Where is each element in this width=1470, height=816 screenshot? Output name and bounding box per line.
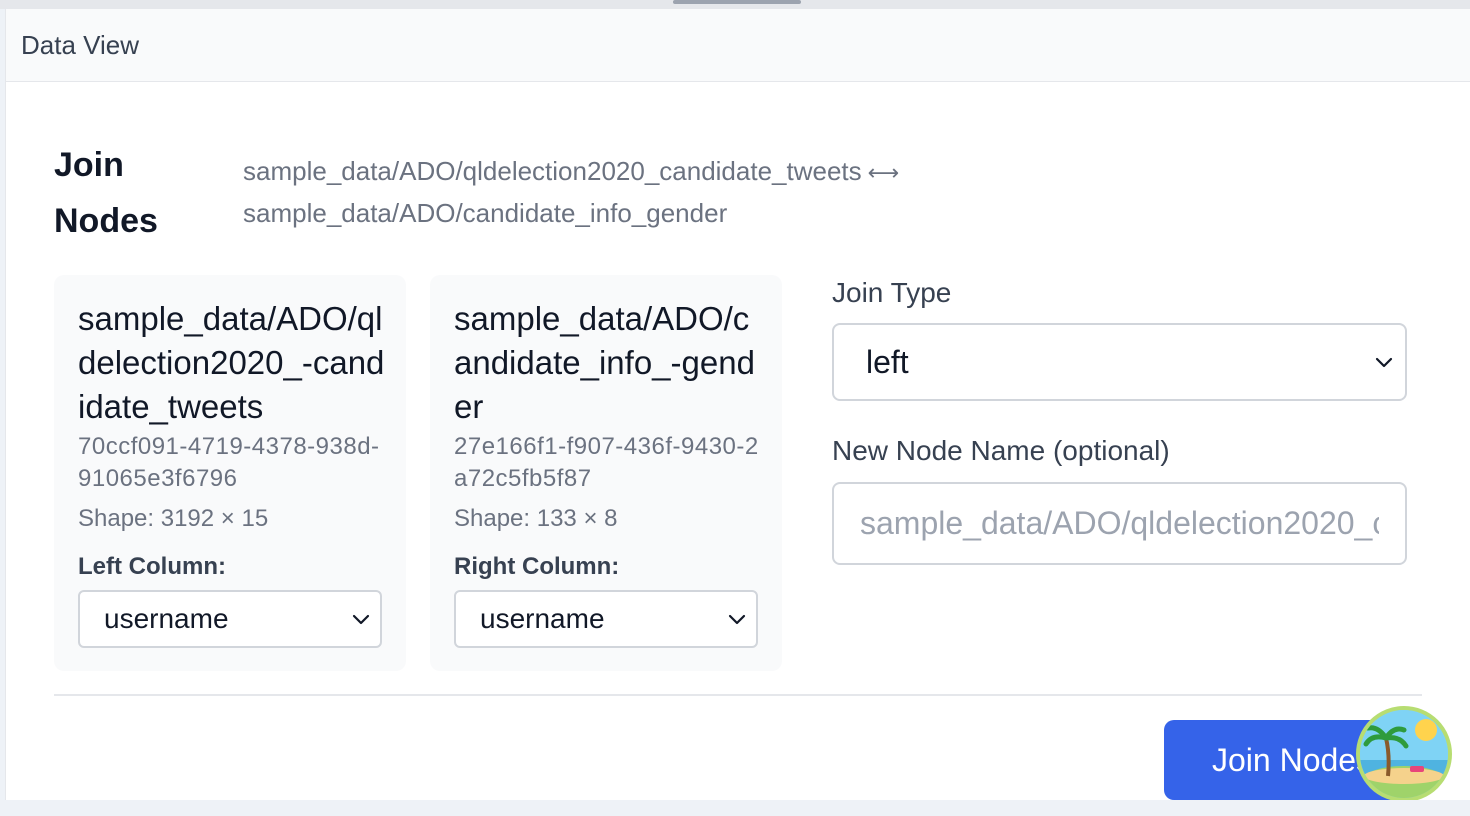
- join-nodes-button-label: Join Nodes: [1212, 741, 1373, 778]
- drag-handle[interactable]: [673, 0, 801, 4]
- join-path-right: sample_data/ADO/candidate_info_gender: [243, 198, 728, 228]
- left-column-label: Left Column:: [78, 553, 226, 580]
- join-path: sample_data/ADO/qldelection2020_candidat…: [243, 151, 1143, 233]
- left-node-name: sample_data/ADO/qldelection2020_-candida…: [78, 300, 385, 425]
- right-node-id: 27e166f1-f907-436f-9430-2a72c5fb5f87: [454, 433, 759, 492]
- panel-title: Data View: [21, 29, 140, 60]
- join-path-left: sample_data/ADO/qldelection2020_candidat…: [243, 156, 862, 186]
- left-node-id: 70ccf091-4719-4378-938d-91065e3f6796: [78, 433, 380, 492]
- top-strip: [0, 0, 1470, 9]
- right-column-value: username: [480, 603, 605, 634]
- divider: [54, 694, 1422, 696]
- join-arrow-icon: ⟷: [867, 160, 900, 185]
- new-node-name-input[interactable]: [832, 482, 1407, 565]
- avatar-image: [1360, 710, 1448, 798]
- right-column-label: Right Column:: [454, 553, 620, 580]
- chevron-down-icon: [352, 614, 370, 625]
- join-type-value: left: [866, 343, 909, 380]
- chevron-down-icon: [728, 614, 746, 625]
- right-node-card: sample_data/ADO/candidate_info_-gender 2…: [430, 275, 782, 671]
- left-node-card: sample_data/ADO/qldelection2020_-candida…: [54, 275, 406, 671]
- join-type-select[interactable]: left: [832, 323, 1407, 401]
- right-column-select[interactable]: username: [454, 590, 758, 648]
- chevron-down-icon: [1375, 357, 1393, 368]
- left-node-shape: Shape: 3192 × 15: [78, 505, 269, 532]
- bottom-strip: [0, 800, 1470, 816]
- data-view-panel: Data View Join Nodes sample_data/ADO/qld…: [5, 9, 1470, 802]
- beach-avatar-icon[interactable]: [1356, 706, 1452, 802]
- panel-header: Data View: [6, 9, 1470, 82]
- new-node-name-label: New Node Name (optional): [832, 435, 1170, 466]
- left-column-value: username: [104, 603, 229, 634]
- left-column-select[interactable]: username: [78, 590, 382, 648]
- join-type-label: Join Type: [832, 277, 952, 308]
- right-node-name: sample_data/ADO/candidate_info_-gender: [454, 300, 755, 425]
- right-node-shape: Shape: 133 × 8: [454, 505, 618, 532]
- join-title: Join Nodes: [54, 146, 158, 240]
